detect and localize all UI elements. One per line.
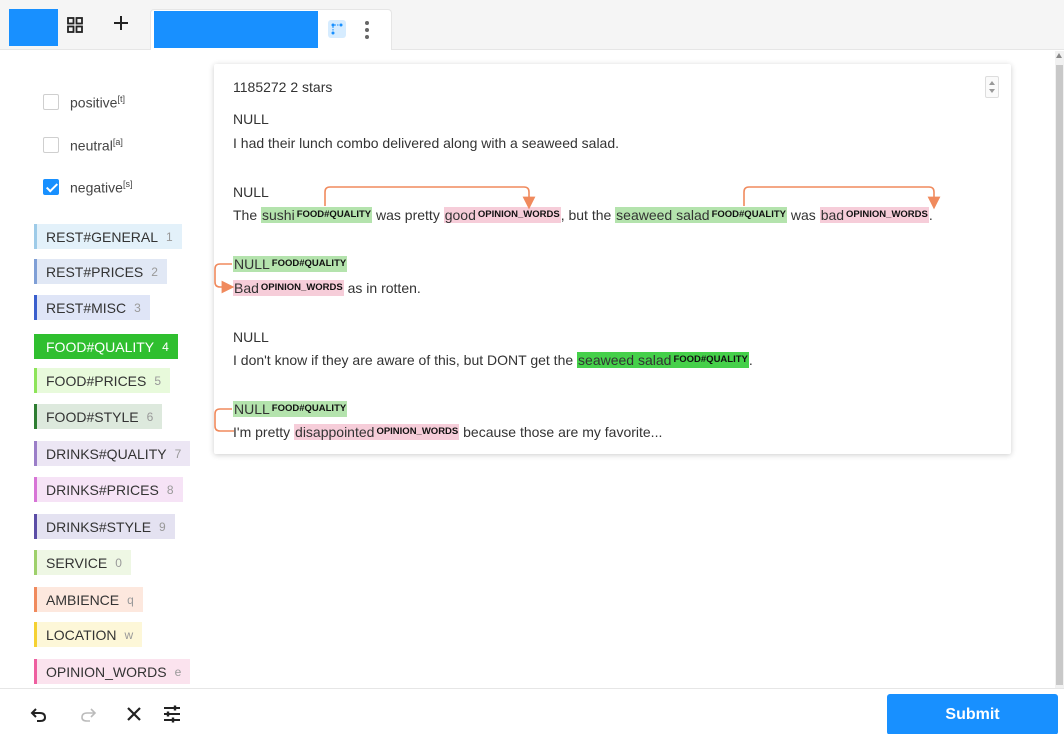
label-name: AMBIENCE: [46, 591, 120, 608]
checkbox-neutral[interactable]: [43, 137, 59, 153]
label-name: LOCATION: [46, 626, 117, 643]
region-seaweed-salad[interactable]: seaweed salad FOOD#QUALITY: [615, 207, 787, 223]
choice-positive-label: positive[t]: [70, 93, 125, 111]
tab-task[interactable]: [150, 9, 392, 50]
document-panel: 1185272 2 stars NULL I had their lunch c…: [214, 64, 1011, 454]
region-disappointed[interactable]: disappointed OPINION_WORDS: [294, 424, 460, 440]
scroll-up-arrow-icon[interactable]: [1056, 53, 1062, 58]
region-seaweed-salad-2[interactable]: seaweed salad FOOD#QUALITY: [577, 352, 749, 368]
null-label: NULL: [233, 329, 269, 345]
project-tab[interactable]: [9, 9, 58, 46]
region-bad-2[interactable]: Bad OPINION_WORDS: [233, 280, 344, 296]
label-hotkey: 7: [174, 446, 182, 461]
label-hotkey: 2: [151, 264, 158, 279]
region-null-food[interactable]: NULL FOOD#QUALITY: [233, 256, 348, 272]
more-vertical-icon[interactable]: [364, 19, 370, 41]
settings-sliders-icon[interactable]: [163, 705, 181, 723]
sentence-3: Bad OPINION_WORDS as in rotten.: [233, 280, 421, 296]
choice-positive[interactable]: positive[t]: [43, 92, 125, 112]
region-bad[interactable]: bad OPINION_WORDS: [819, 207, 929, 223]
choice-negative-label: negative[s]: [70, 178, 133, 196]
label-hotkey: 0: [115, 555, 122, 570]
null-label: NULL: [233, 111, 269, 127]
label-name: REST#GENERAL: [46, 228, 159, 245]
grid-view-icon[interactable]: [67, 17, 83, 33]
label-name: DRINKS#QUALITY: [46, 445, 167, 462]
region-sushi[interactable]: sushi FOOD#QUALITY: [261, 207, 373, 223]
label-drinks-style[interactable]: DRINKS#STYLE 9: [34, 514, 175, 539]
label-name: FOOD#STYLE: [46, 408, 139, 425]
panel-spinner[interactable]: [985, 76, 999, 98]
document-header: 1185272 2 stars: [233, 79, 333, 95]
null-region-line: NULL FOOD#QUALITY: [233, 254, 348, 274]
label-name: DRINKS#STYLE: [46, 518, 152, 535]
relation-icon[interactable]: [328, 20, 346, 38]
submit-button[interactable]: Submit: [887, 694, 1058, 734]
scrollbar-thumb[interactable]: [1056, 65, 1063, 685]
tab-title-block[interactable]: [154, 11, 318, 48]
null-region-line-2: NULL FOOD#QUALITY: [233, 399, 348, 419]
checkbox-negative[interactable]: [43, 179, 59, 195]
label-food-prices[interactable]: FOOD#PRICES 5: [34, 368, 171, 393]
label-food-quality[interactable]: FOOD#QUALITY 4: [34, 334, 178, 359]
label-name: DRINKS#PRICES: [46, 481, 159, 498]
label-rest-prices[interactable]: REST#PRICES 2: [34, 259, 167, 284]
label-hotkey: 3: [134, 300, 141, 315]
label-name: SERVICE: [46, 554, 108, 571]
label-hotkey: 9: [159, 519, 166, 534]
label-hotkey: 6: [146, 409, 154, 424]
checkbox-positive[interactable]: [43, 94, 59, 110]
label-rest-misc[interactable]: REST#MISC 3: [34, 295, 150, 320]
region-good[interactable]: good OPINION_WORDS: [443, 207, 561, 223]
label-location[interactable]: LOCATION w: [34, 622, 143, 647]
sentence-2: The sushi FOOD#QUALITY was pretty good OPI…: [233, 207, 933, 223]
undo-icon[interactable]: [30, 705, 48, 723]
label-hotkey: 5: [154, 373, 162, 388]
null-label: NULL: [233, 184, 269, 200]
label-opinion-words[interactable]: OPINION_WORDS e: [34, 659, 191, 684]
label-hotkey: q: [127, 592, 134, 607]
label-drinks-prices[interactable]: DRINKS#PRICES 8: [34, 477, 183, 502]
label-hotkey: 4: [162, 339, 169, 354]
bottom-toolbar: Submit: [0, 688, 1064, 734]
choice-neutral-label: neutral[a]: [70, 136, 123, 154]
label-hotkey: 1: [166, 229, 173, 244]
label-ambience[interactable]: AMBIENCE q: [34, 587, 143, 612]
label-hotkey: 8: [166, 482, 174, 497]
sentence-5: I'm pretty disappointed OPINION_WORDS bec…: [233, 424, 663, 440]
label-hotkey: e: [174, 664, 182, 679]
label-hotkey: w: [124, 627, 134, 642]
choice-neutral[interactable]: neutral[a]: [43, 135, 123, 155]
sentence-1: I had their lunch combo delivered along …: [233, 135, 620, 151]
label-name: REST#MISC: [46, 299, 127, 316]
region-null-food-2[interactable]: NULL FOOD#QUALITY: [233, 401, 348, 417]
label-name: REST#PRICES: [46, 263, 144, 280]
sentence-4: I don't know if they are aware of this, …: [233, 352, 753, 368]
label-name: OPINION_WORDS: [46, 663, 167, 680]
label-name: FOOD#QUALITY: [46, 338, 155, 355]
plus-icon[interactable]: [112, 14, 130, 32]
close-icon[interactable]: [125, 705, 143, 723]
label-service[interactable]: SERVICE 0: [34, 550, 131, 575]
choice-negative[interactable]: negative[s]: [43, 177, 132, 197]
page-scrollbar[interactable]: [1055, 51, 1064, 688]
top-bar: [0, 0, 1064, 50]
label-rest-general[interactable]: REST#GENERAL 1: [34, 224, 182, 249]
label-food-style[interactable]: FOOD#STYLE 6: [34, 404, 163, 429]
label-name: FOOD#PRICES: [46, 372, 147, 389]
label-drinks-quality[interactable]: DRINKS#QUALITY 7: [34, 441, 191, 466]
redo-icon[interactable]: [79, 705, 97, 723]
